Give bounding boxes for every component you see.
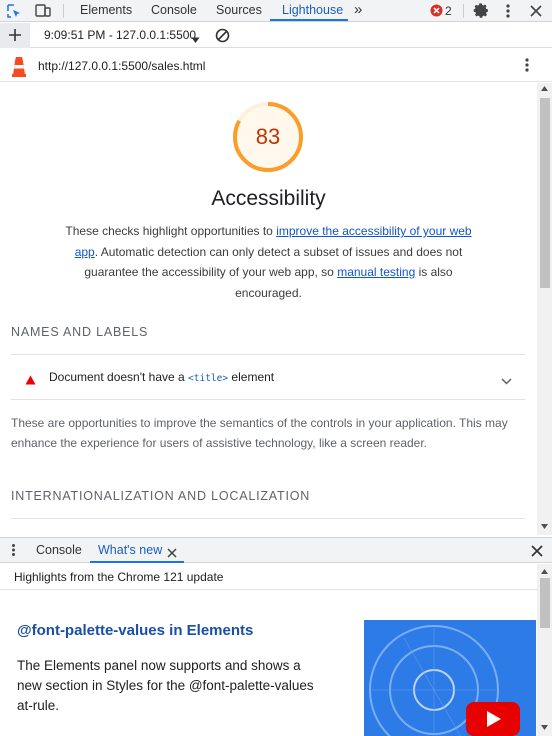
lighthouse-url-bar: http://127.0.0.1:5500/sales.html bbox=[0, 49, 552, 82]
scroll-up-arrow[interactable] bbox=[541, 569, 548, 574]
drawer-scrollbar[interactable] bbox=[537, 564, 552, 736]
scroll-up-arrow[interactable] bbox=[541, 86, 548, 91]
whats-new-heading: Highlights from the Chrome 121 update bbox=[14, 570, 224, 584]
category-title: Accessibility bbox=[211, 187, 326, 210]
drawer-tab-whats-new[interactable]: What's new bbox=[98, 543, 162, 557]
error-count: 2 bbox=[445, 4, 452, 18]
kebab-menu-icon[interactable] bbox=[524, 57, 530, 78]
lighthouse-icon bbox=[10, 55, 28, 82]
kebab-menu-icon[interactable] bbox=[505, 3, 511, 24]
active-tab-indicator bbox=[90, 561, 184, 563]
tab-sources[interactable]: Sources bbox=[216, 0, 262, 22]
divider bbox=[11, 518, 525, 519]
close-icon[interactable] bbox=[531, 544, 543, 562]
tab-elements[interactable]: Elements bbox=[80, 0, 132, 22]
inspect-element-icon[interactable] bbox=[5, 2, 23, 25]
chevron-down-icon[interactable] bbox=[191, 31, 200, 49]
drawer-tab-console[interactable]: Console bbox=[36, 543, 82, 557]
devtools-tab-bar: Elements Console Sources Lighthouse » 2 bbox=[0, 0, 552, 22]
desc-text: These checks highlight opportunities to bbox=[65, 224, 277, 238]
drawer-menu-icon[interactable] bbox=[11, 543, 16, 562]
score-value: 83 bbox=[255, 124, 281, 149]
report-selector-value: 9:09:51 PM - 127.0.0.1:5500 bbox=[44, 28, 197, 42]
active-tab-indicator bbox=[270, 19, 348, 21]
scroll-down-arrow[interactable] bbox=[541, 524, 548, 529]
report-selector[interactable]: 9:09:51 PM - 127.0.0.1:5500 bbox=[44, 28, 196, 42]
youtube-play-icon[interactable] bbox=[466, 702, 520, 736]
report-scrollbar[interactable] bbox=[537, 83, 552, 535]
feature-title[interactable]: @font-palette-values in Elements bbox=[17, 622, 253, 639]
feature-description: The Elements panel now supports and show… bbox=[17, 658, 314, 713]
report-toolbar: 9:09:51 PM - 127.0.0.1:5500 bbox=[0, 23, 552, 48]
feature-video-thumbnail[interactable] bbox=[364, 620, 536, 736]
lighthouse-report: 83 Accessibility These checks highlight … bbox=[0, 83, 537, 535]
audit-text: element bbox=[228, 370, 275, 384]
divider bbox=[11, 399, 525, 400]
toolbar-divider bbox=[63, 4, 64, 18]
new-report-button[interactable] bbox=[0, 23, 30, 48]
tab-console[interactable]: Console bbox=[151, 0, 197, 22]
close-icon[interactable] bbox=[530, 4, 542, 22]
scrollbar-thumb[interactable] bbox=[540, 98, 550, 288]
clear-icon[interactable] bbox=[215, 28, 230, 48]
gear-icon[interactable] bbox=[473, 2, 490, 24]
group-title-i18n: INTERNATIONALIZATION AND LOCALIZATION bbox=[11, 489, 311, 503]
category-description: These checks highlight opportunities to … bbox=[62, 221, 475, 303]
group-description: These are opportunities to improve the s… bbox=[11, 416, 508, 450]
audit-text: Document doesn't have a bbox=[49, 370, 189, 384]
audit-row-document-title[interactable]: Document doesn't have a <title> element bbox=[11, 355, 525, 399]
chevron-down-icon[interactable] bbox=[501, 372, 512, 390]
drawer-tab-bar: Console What's new bbox=[0, 537, 552, 563]
manual-testing-link[interactable]: manual testing bbox=[337, 265, 415, 279]
plus-icon bbox=[8, 28, 22, 47]
audit-title: Document doesn't have a <title> element bbox=[49, 370, 274, 384]
score-gauge[interactable]: 83 bbox=[231, 100, 305, 174]
report-url: http://127.0.0.1:5500/sales.html bbox=[38, 59, 206, 73]
scrollbar-thumb[interactable] bbox=[540, 578, 550, 628]
more-tabs-button[interactable]: » bbox=[354, 0, 362, 21]
scroll-down-arrow[interactable] bbox=[541, 725, 548, 730]
error-icon[interactable] bbox=[430, 4, 443, 22]
warning-triangle-icon bbox=[25, 372, 36, 390]
group-title-names-labels: NAMES AND LABELS bbox=[11, 325, 149, 339]
toolbar-divider bbox=[463, 4, 464, 18]
device-toolbar-icon[interactable] bbox=[34, 2, 52, 25]
audit-code: <title> bbox=[188, 373, 229, 384]
divider bbox=[0, 589, 537, 590]
